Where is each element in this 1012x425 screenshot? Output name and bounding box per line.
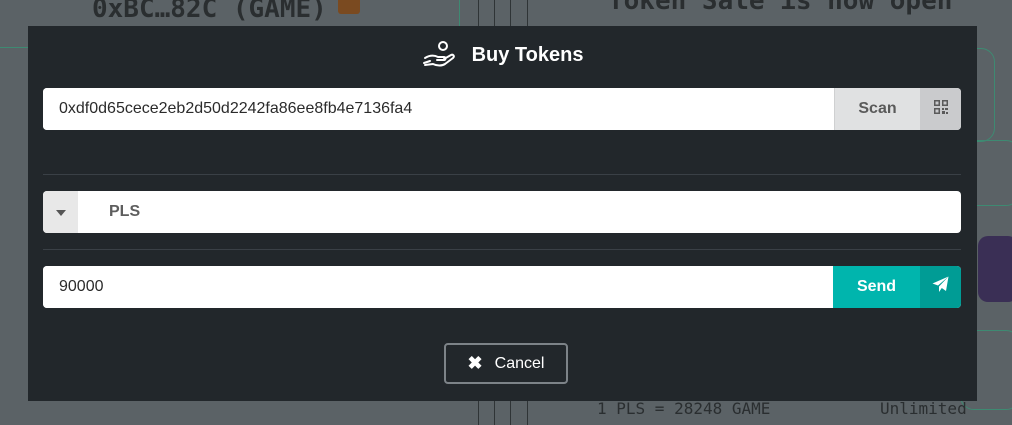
cancel-button[interactable]: ✖ Cancel [444,343,568,384]
send-button[interactable]: Send [833,266,920,308]
modal-header: Buy Tokens [28,26,977,84]
amount-field-group: Send [43,266,961,308]
qr-scan-button[interactable] [920,88,961,130]
currency-dropdown-button[interactable] [43,191,78,233]
qr-code-icon [933,99,949,120]
address-field-group: Scan [43,88,961,130]
sale-banner: Token Sale is now open [608,0,953,16]
amount-input[interactable] [43,266,833,308]
paper-plane-icon [932,276,949,298]
scan-button[interactable]: Scan [834,88,920,130]
address-input[interactable] [43,88,834,130]
rate-text: 1 PLS = 28248 GAME [597,399,771,418]
send-icon-button[interactable] [920,266,961,308]
caret-down-icon [55,203,66,221]
limit-text: Unlimited [880,399,967,418]
buy-tokens-modal: Buy Tokens Scan PLS [28,26,977,401]
section-divider [43,249,961,250]
modal-title: Buy Tokens [471,43,584,66]
close-icon: ✖ [467,353,483,373]
background-panel [978,236,1012,302]
section-divider [43,174,961,175]
fox-icon [338,0,360,14]
currency-select[interactable]: PLS [43,191,961,233]
contract-label: 0xBC…82C (GAME) [92,0,327,24]
cancel-label: Cancel [494,354,545,372]
currency-selected-value[interactable]: PLS [78,191,961,233]
hand-receive-icon [422,38,456,72]
